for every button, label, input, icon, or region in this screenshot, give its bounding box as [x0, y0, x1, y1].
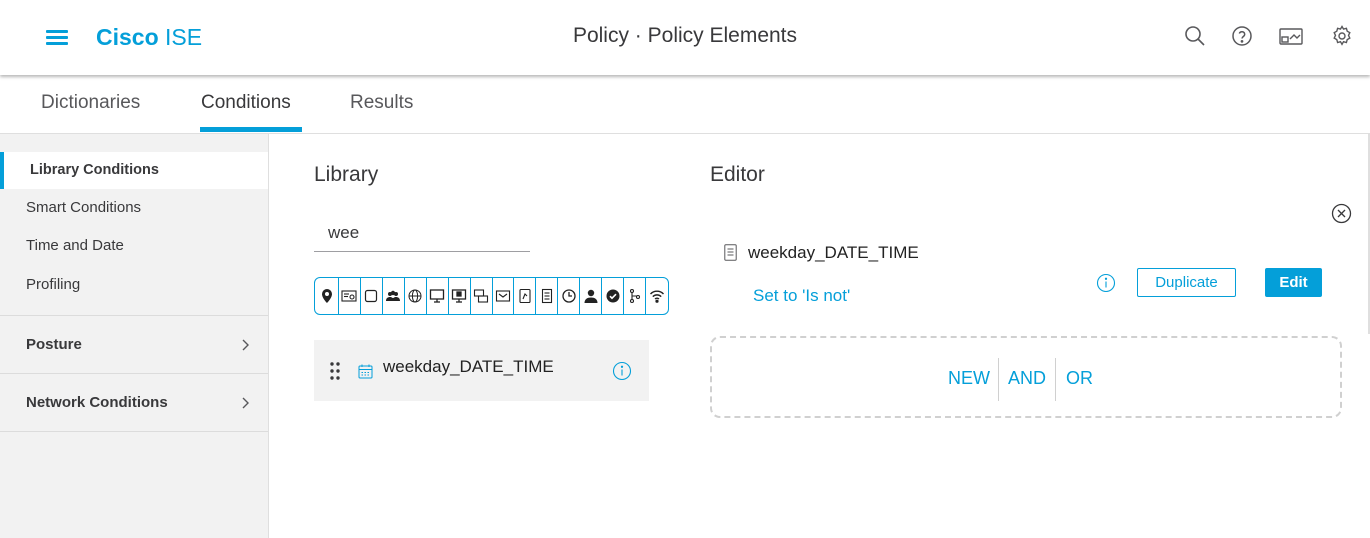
- set-is-not-link[interactable]: Set to 'Is not': [753, 286, 850, 306]
- library-condition-item[interactable]: weekday_DATE_TIME: [314, 340, 649, 401]
- active-tab-indicator: [200, 127, 302, 132]
- location-pin-icon[interactable]: [317, 278, 339, 314]
- tab-dictionaries[interactable]: Dictionaries: [41, 92, 140, 114]
- document-icon: [724, 244, 737, 261]
- sidebar-item-posture[interactable]: Posture: [0, 316, 268, 374]
- page-title: Policy · Policy Elements: [572, 24, 798, 47]
- check-circle-icon[interactable]: [602, 278, 625, 314]
- sidebar: Library Conditions Smart Conditions Time…: [0, 134, 269, 538]
- clock-icon[interactable]: [558, 278, 581, 314]
- user-group-icon[interactable]: [383, 278, 405, 314]
- duplicate-button[interactable]: Duplicate: [1137, 268, 1236, 297]
- library-filter-bar: [314, 277, 669, 315]
- sidebar-item-smart-conditions[interactable]: Smart Conditions: [0, 191, 268, 227]
- edit-button[interactable]: Edit: [1265, 268, 1322, 297]
- document-icon[interactable]: [536, 278, 559, 314]
- mobile-icon[interactable]: [514, 278, 537, 314]
- top-header: Cisco ISE Policy · Policy Elements: [0, 0, 1370, 75]
- network-tree-icon[interactable]: [624, 278, 647, 314]
- condition-drop-zone[interactable]: NEW AND OR: [710, 336, 1342, 418]
- editor-title: Editor: [710, 163, 765, 186]
- sidebar-item-library-conditions[interactable]: Library Conditions: [0, 152, 268, 189]
- library-title: Library: [314, 163, 379, 186]
- user-icon[interactable]: [580, 278, 603, 314]
- help-icon[interactable]: [1230, 24, 1254, 48]
- library-search-input[interactable]: [314, 214, 530, 252]
- sidebar-item-profiling[interactable]: Profiling: [0, 268, 268, 304]
- wifi-icon[interactable]: [646, 278, 668, 314]
- chevron-right-icon: [242, 339, 249, 351]
- drag-handle-icon[interactable]: [330, 361, 340, 381]
- id-card-icon[interactable]: [339, 278, 361, 314]
- tab-conditions[interactable]: Conditions: [201, 92, 291, 114]
- sidebar-item-time-and-date[interactable]: Time and Date: [0, 229, 268, 265]
- info-icon[interactable]: [612, 361, 632, 381]
- monitor-icon[interactable]: [427, 278, 449, 314]
- settings-icon[interactable]: [1330, 24, 1354, 48]
- editor-condition-name: weekday_DATE_TIME: [748, 243, 919, 262]
- blank-square-icon[interactable]: [361, 278, 383, 314]
- sidebar-item-label: Network Conditions: [26, 394, 168, 411]
- device-icon[interactable]: [493, 278, 515, 314]
- divider: [998, 358, 999, 401]
- calendar-icon: [358, 364, 373, 379]
- or-button[interactable]: OR: [1066, 368, 1093, 389]
- and-button[interactable]: AND: [1008, 368, 1046, 389]
- sidebar-item-label: Posture: [26, 336, 82, 353]
- sidebar-item-network-conditions[interactable]: Network Conditions: [0, 374, 268, 432]
- info-icon[interactable]: [1096, 273, 1116, 293]
- library-item-name: weekday_DATE_TIME: [383, 357, 554, 376]
- globe-icon[interactable]: [405, 278, 427, 314]
- chevron-right-icon: [242, 397, 249, 409]
- dashboard-icon[interactable]: [1278, 24, 1304, 48]
- new-button[interactable]: NEW: [948, 368, 990, 389]
- tab-results[interactable]: Results: [350, 92, 413, 114]
- search-icon[interactable]: [1183, 24, 1207, 48]
- editor-condition-card: weekday_DATE_TIME Set to 'Is not': [708, 215, 1353, 305]
- desktop-icon[interactable]: [449, 278, 471, 314]
- divider: [1055, 358, 1056, 401]
- chat-icon[interactable]: [471, 278, 493, 314]
- tab-bar: Dictionaries Conditions Results: [0, 75, 1370, 134]
